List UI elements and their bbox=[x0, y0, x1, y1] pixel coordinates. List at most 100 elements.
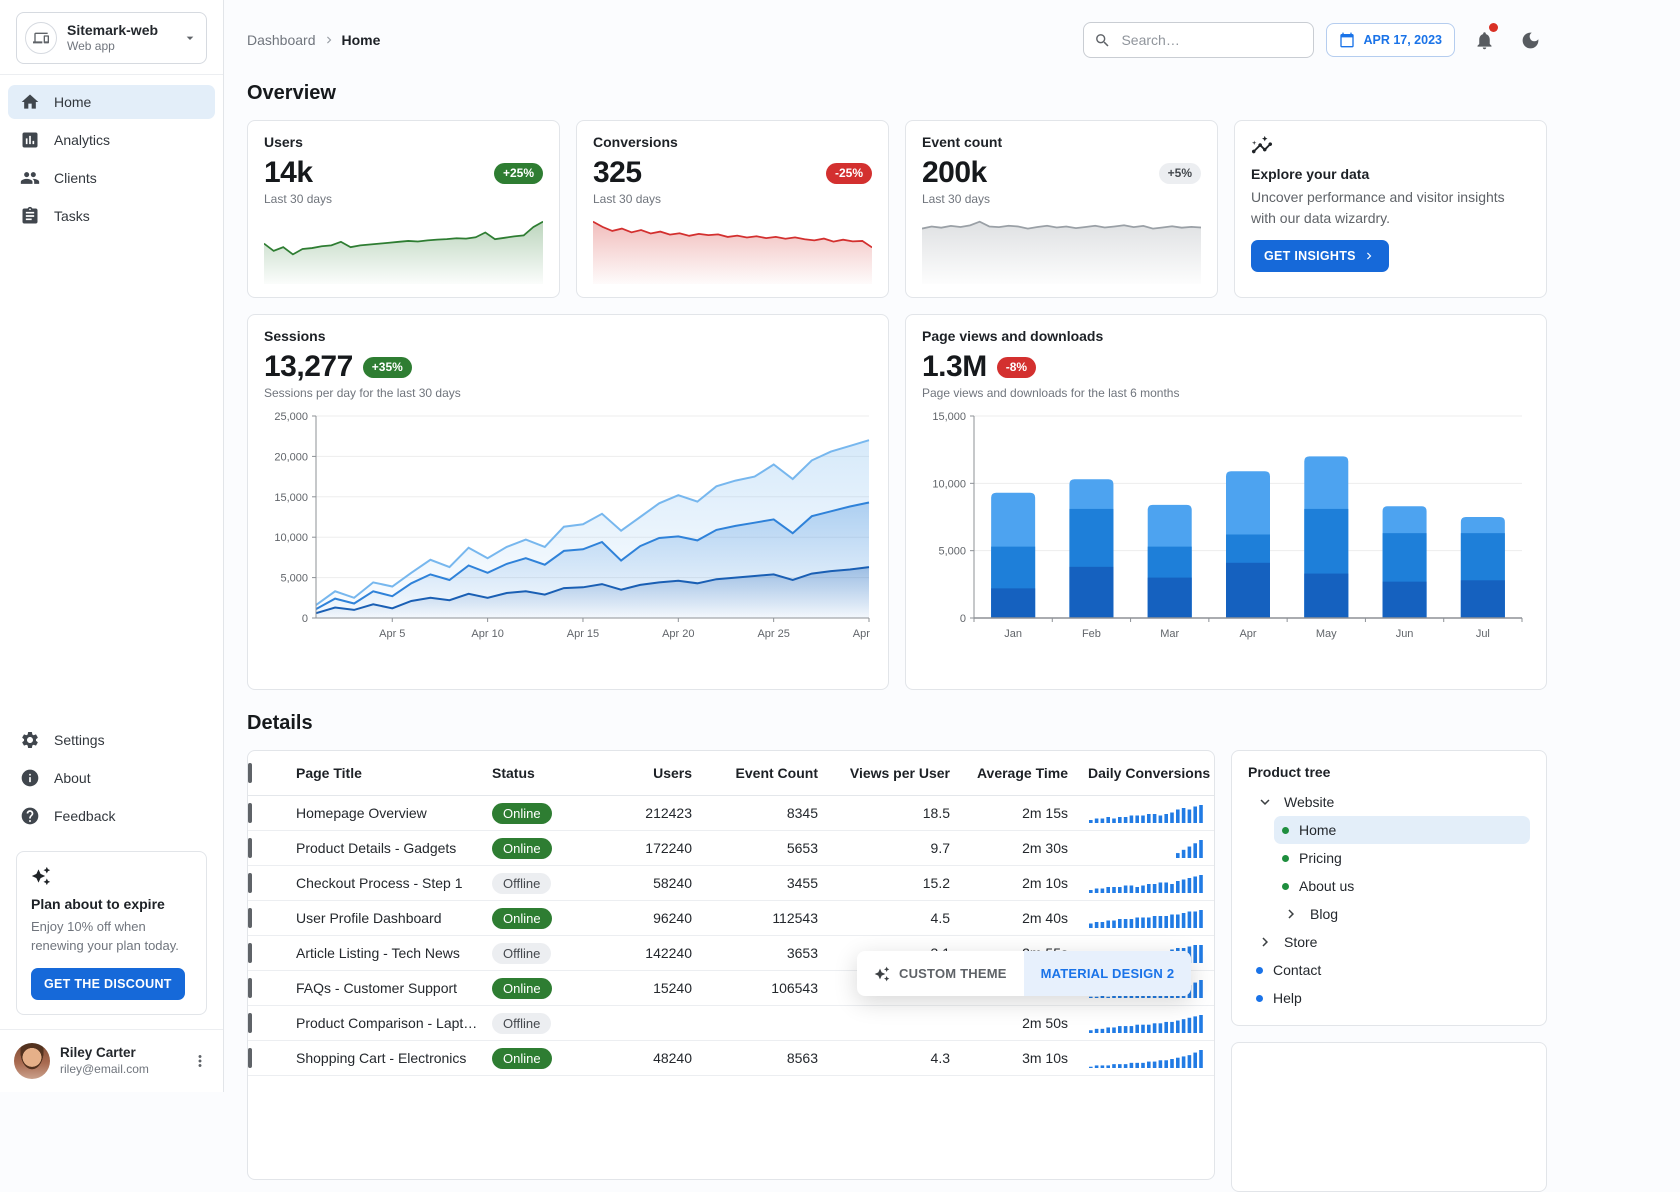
svg-text:Feb: Feb bbox=[1082, 628, 1101, 640]
column-header[interactable]: Average Time bbox=[970, 765, 1088, 781]
value-cell: 8563 bbox=[712, 1050, 838, 1066]
column-header[interactable]: Users bbox=[606, 765, 712, 781]
bell-icon bbox=[1474, 30, 1495, 51]
breadcrumb-home: Home bbox=[342, 32, 381, 48]
get-insights-label: GET INSIGHTS bbox=[1264, 249, 1356, 263]
stat-card-event-count: Event count 200k +5% Last 30 days bbox=[905, 120, 1218, 298]
column-header[interactable]: Event Count bbox=[712, 765, 838, 781]
pageviews-chart-card: Page views and downloads 1.3M -8% Page v… bbox=[905, 314, 1547, 690]
sidebar-item-home[interactable]: Home bbox=[8, 85, 215, 119]
home-icon bbox=[20, 92, 40, 112]
value-cell: 142240 bbox=[606, 945, 712, 961]
status-badge: Offline bbox=[492, 873, 551, 894]
svg-text:10,000: 10,000 bbox=[274, 532, 308, 544]
svg-text:0: 0 bbox=[960, 613, 966, 625]
blue-dot-icon bbox=[1256, 967, 1263, 974]
more-options-icon[interactable] bbox=[191, 1052, 209, 1070]
tree-item-contact[interactable]: Contact bbox=[1248, 956, 1530, 984]
breadcrumb-dashboard[interactable]: Dashboard bbox=[247, 32, 316, 48]
sidebar-item-tasks[interactable]: Tasks bbox=[8, 199, 215, 233]
tree-item-label: Help bbox=[1273, 990, 1302, 1006]
get-discount-button[interactable]: GET THE DISCOUNT bbox=[31, 968, 185, 1000]
notifications-button[interactable] bbox=[1467, 23, 1501, 57]
sidebar-item-analytics[interactable]: Analytics bbox=[8, 123, 215, 157]
product-tree-title: Product tree bbox=[1248, 764, 1530, 780]
sessions-chip: +35% bbox=[363, 357, 412, 378]
tree-item-help[interactable]: Help bbox=[1248, 984, 1530, 1012]
topbar: Dashboard Home APR 17, 2023 bbox=[247, 0, 1547, 66]
value-cell: 3m 10s bbox=[970, 1050, 1088, 1066]
date-picker-button[interactable]: APR 17, 2023 bbox=[1326, 23, 1455, 57]
stat-card-conversions: Conversions 325 -25% Last 30 days bbox=[576, 120, 889, 298]
sidebar: Sitemark-web Web app Home Analytics Client… bbox=[0, 0, 224, 1092]
row-checkbox[interactable] bbox=[248, 873, 252, 893]
tree-item-website[interactable]: Website bbox=[1248, 788, 1530, 816]
custom-theme-button[interactable]: CUSTOM THEME bbox=[857, 951, 1024, 996]
sidebar-item-label: Settings bbox=[54, 732, 105, 748]
tree-item-about-us[interactable]: About us bbox=[1274, 872, 1530, 900]
svg-text:Apr 30: Apr 30 bbox=[853, 628, 873, 640]
green-dot-icon bbox=[1282, 827, 1289, 834]
column-header[interactable]: Views per User bbox=[838, 765, 970, 781]
tree-item-label: Website bbox=[1284, 794, 1334, 810]
status-badge: Offline bbox=[492, 943, 551, 964]
value-cell: 4.3 bbox=[838, 1050, 970, 1066]
value-cell: 2m 15s bbox=[970, 805, 1088, 821]
pageviews-title: Page views and downloads bbox=[922, 328, 1530, 344]
svg-text:Apr 15: Apr 15 bbox=[567, 628, 599, 640]
stat-card-users: Users 14k +25% Last 30 days bbox=[247, 120, 560, 298]
row-checkbox[interactable] bbox=[248, 908, 252, 928]
green-dot-icon bbox=[1282, 883, 1289, 890]
column-header[interactable]: Status bbox=[488, 765, 606, 781]
material-design-2-button[interactable]: MATERIAL DESIGN 2 bbox=[1024, 951, 1192, 996]
material-design-2-label: MATERIAL DESIGN 2 bbox=[1041, 966, 1175, 981]
tree-item-home[interactable]: Home bbox=[1274, 816, 1530, 844]
tree-item-blog[interactable]: Blog bbox=[1274, 900, 1530, 928]
search-input[interactable] bbox=[1119, 31, 1304, 49]
value-cell: 172240 bbox=[606, 840, 712, 856]
value-cell: 8345 bbox=[712, 805, 838, 821]
explore-card-title: Explore your data bbox=[1251, 166, 1369, 182]
pageviews-bar-chart: 05,00010,00015,000JanFebMarAprMayJunJul bbox=[922, 406, 1530, 676]
product-tree-list: Website HomePricingAbout usBlogStoreConta… bbox=[1248, 788, 1530, 1012]
svg-text:15,000: 15,000 bbox=[274, 492, 308, 504]
dark-mode-toggle[interactable] bbox=[1513, 23, 1547, 57]
svg-text:10,000: 10,000 bbox=[932, 478, 966, 490]
tasks-icon bbox=[20, 206, 40, 226]
pageviews-value: 1.3M bbox=[922, 350, 987, 384]
svg-text:Jun: Jun bbox=[1396, 628, 1414, 640]
pageviews-subtitle: Page views and downloads for the last 6 … bbox=[922, 386, 1530, 400]
get-insights-button[interactable]: GET INSIGHTS bbox=[1251, 240, 1389, 272]
trend-chip: +25% bbox=[494, 163, 543, 184]
tree-item-pricing[interactable]: Pricing bbox=[1274, 844, 1530, 872]
stat-card-caption: Last 30 days bbox=[922, 192, 1201, 206]
sidebar-item-about[interactable]: About bbox=[8, 761, 215, 795]
select-all-checkbox[interactable] bbox=[248, 763, 252, 783]
trend-chip: -25% bbox=[826, 163, 872, 184]
sidebar-item-label: Analytics bbox=[54, 132, 110, 148]
sidebar-item-feedback[interactable]: Feedback bbox=[8, 799, 215, 833]
row-checkbox[interactable] bbox=[248, 943, 252, 963]
workspace-selector[interactable]: Sitemark-web Web app bbox=[16, 12, 207, 64]
value-cell: 4.5 bbox=[838, 910, 970, 926]
column-header[interactable]: Page Title bbox=[292, 765, 488, 781]
sparkle-icon bbox=[31, 866, 192, 886]
tree-item-store[interactable]: Store bbox=[1248, 928, 1530, 956]
row-checkbox[interactable] bbox=[248, 978, 252, 998]
chevron-right-icon bbox=[322, 33, 336, 47]
sidebar-item-settings[interactable]: Settings bbox=[8, 723, 215, 757]
row-checkbox[interactable] bbox=[248, 1048, 252, 1068]
column-header[interactable]: Daily Conversions bbox=[1088, 765, 1214, 781]
stat-card-title: Users bbox=[264, 134, 543, 150]
row-checkbox[interactable] bbox=[248, 838, 252, 858]
page-title-cell: Checkout Process - Step 1 bbox=[292, 875, 488, 891]
user-profile-row: Riley Carter riley@email.com bbox=[0, 1029, 223, 1092]
chevron-right-icon bbox=[1362, 249, 1376, 263]
table-row: Product Details - GadgetsOnline172240565… bbox=[248, 831, 1214, 866]
daily-conversions-sparkline bbox=[1088, 1048, 1214, 1068]
row-checkbox[interactable] bbox=[248, 1013, 252, 1033]
sidebar-item-clients[interactable]: Clients bbox=[8, 161, 215, 195]
calendar-icon bbox=[1339, 32, 1355, 48]
sessions-value: 13,277 bbox=[264, 350, 353, 384]
row-checkbox[interactable] bbox=[248, 803, 252, 823]
